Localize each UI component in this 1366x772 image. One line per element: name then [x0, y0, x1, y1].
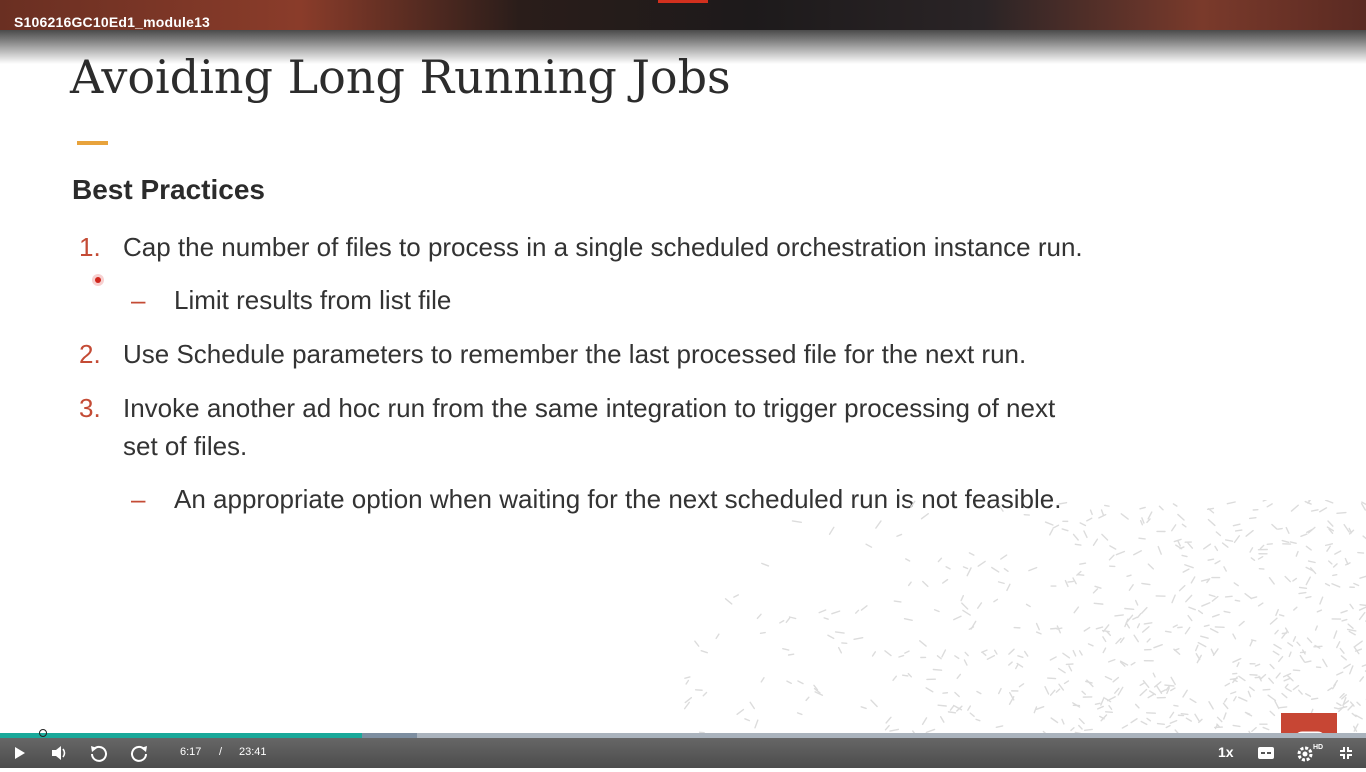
current-time: 6:17 [180, 746, 201, 758]
rewind-icon [89, 743, 109, 763]
sub-item-bullet: – [131, 282, 145, 319]
progress-bar[interactable] [0, 733, 1366, 738]
item-number: 3. [79, 390, 101, 427]
progress-scrubber-handle[interactable] [39, 729, 47, 737]
video-player-controls [0, 734, 1366, 768]
exit-fullscreen-icon [1339, 746, 1353, 760]
top-red-mark [658, 0, 708, 3]
captions-button[interactable] [1257, 744, 1275, 762]
volume-button[interactable] [51, 744, 69, 762]
sub-item-text: Limit results from list file [174, 282, 451, 319]
forward-icon [129, 743, 149, 763]
slide-title: Avoiding Long Running Jobs [70, 50, 731, 104]
section-heading: Best Practices [72, 174, 265, 206]
total-duration: 23:41 [239, 746, 267, 758]
module-title: S106216GC10Ed1_module13 [14, 14, 210, 30]
play-icon [14, 746, 26, 760]
title-accent-bar [77, 141, 108, 145]
exit-fullscreen-button[interactable] [1338, 744, 1354, 762]
hd-badge: HD [1313, 744, 1323, 751]
item-number: 2. [79, 336, 101, 373]
progress-played [0, 733, 362, 738]
captions-icon [1258, 747, 1274, 759]
item-text: Use Schedule parameters to remember the … [123, 336, 1026, 373]
item-text-line-2: set of files. [123, 428, 247, 465]
item-text: Cap the number of files to process in a … [123, 229, 1083, 266]
rewind-button[interactable] [89, 744, 109, 762]
sub-item-bullet: – [131, 481, 145, 518]
time-separator: / [219, 746, 222, 758]
item-number: 1. [79, 229, 101, 266]
mouse-cursor-indicator [92, 274, 104, 286]
playback-speed-button[interactable]: 1x [1218, 744, 1234, 760]
forward-button[interactable] [129, 744, 149, 762]
volume-icon [51, 745, 69, 761]
decorative-pattern [680, 500, 1366, 735]
play-button[interactable] [12, 744, 28, 762]
item-text-line-1: Invoke another ad hoc run from the same … [123, 390, 1055, 427]
